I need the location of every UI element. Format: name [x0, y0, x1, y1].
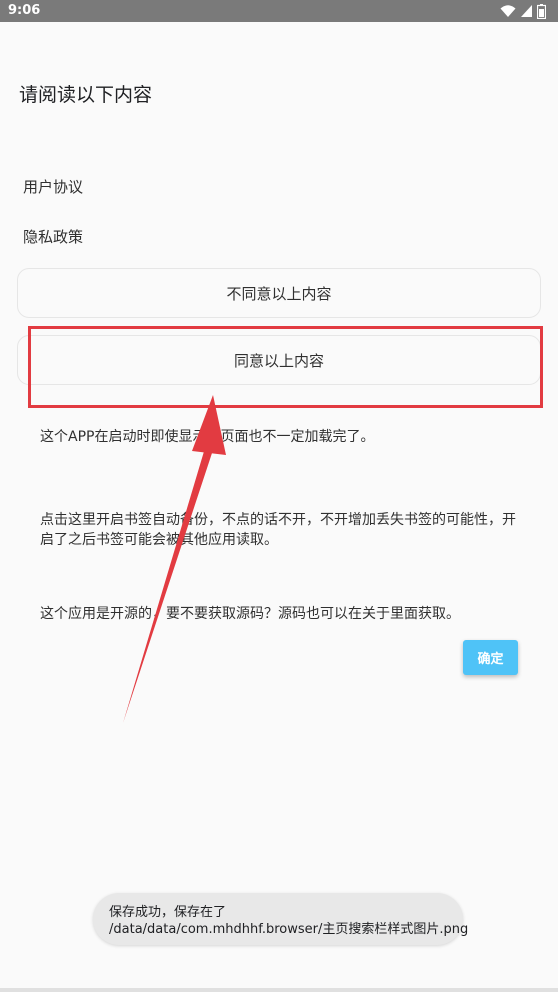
bookmark-backup-text[interactable]: 点击这里开启书签自动备份，不点的话不开，不开增加丢失书签的可能性，开启了之后书签…	[40, 510, 520, 550]
status-icons	[500, 3, 546, 19]
bottom-border	[0, 988, 558, 992]
disagree-button[interactable]: 不同意以上内容	[17, 268, 541, 318]
user-agreement-link[interactable]: 用户协议	[23, 176, 83, 197]
source-code-text[interactable]: 这个应用是开源的，要不要获取源码？源码也可以在关于里面获取。	[40, 604, 520, 624]
toast-line-1: 保存成功，保存在了	[109, 905, 227, 920]
page-title: 请阅读以下内容	[19, 84, 153, 106]
info-text-loading: 这个APP在启动时即使显示了页面也不一定加载完了。	[40, 429, 375, 445]
toast-message: 保存成功，保存在了 /data/data/com.mhdhhf.browser/…	[93, 893, 469, 945]
wifi-icon	[500, 5, 516, 17]
confirm-button[interactable]: 确定	[463, 640, 518, 675]
annotation-arrow-icon	[123, 395, 226, 723]
status-bar: 9:06	[0, 0, 558, 22]
battery-icon	[537, 3, 546, 19]
signal-icon	[521, 5, 532, 17]
highlight-box	[28, 326, 543, 408]
privacy-policy-link[interactable]: 隐私政策	[23, 226, 83, 247]
toast-line-2: /data/data/com.mhdhhf.browser/主页搜索栏样式图片.…	[109, 922, 469, 937]
status-time: 9:06	[8, 3, 41, 18]
